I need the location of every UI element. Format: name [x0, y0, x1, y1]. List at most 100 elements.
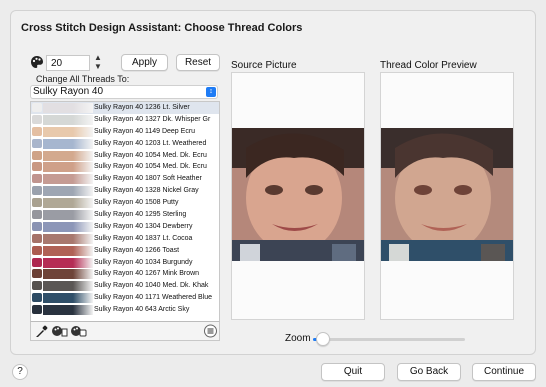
- thread-row[interactable]: Sulky Rayon 40 1040 Med. Dk. Khak: [31, 280, 219, 292]
- thread-checkbox[interactable]: [32, 221, 42, 231]
- reset-button[interactable]: Reset: [176, 54, 220, 71]
- window-title: Cross Stitch Design Assistant: Choose Th…: [21, 22, 303, 34]
- thread-checkbox[interactable]: [32, 257, 42, 267]
- zoom-slider-track[interactable]: [313, 338, 465, 341]
- thread-label: Sulky Rayon 40 1807 Soft Heather: [94, 175, 202, 183]
- thread-list[interactable]: Sulky Rayon 40 1236 Lt. Silver Sulky Rayo…: [30, 101, 220, 328]
- thread-swatch: [43, 103, 93, 113]
- thread-swatch: [43, 174, 93, 185]
- thread-label: Sulky Rayon 40 1203 Lt. Weathered: [94, 139, 207, 147]
- thread-label: Sulky Rayon 40 1837 Lt. Cocoa: [94, 234, 193, 242]
- zoom-slider-knob[interactable]: [316, 332, 331, 346]
- thread-row[interactable]: Sulky Rayon 40 1236 Lt. Silver: [31, 102, 219, 114]
- thread-swatch: [43, 221, 93, 232]
- thread-row[interactable]: Sulky Rayon 40 1508 Putty: [31, 197, 219, 209]
- thread-row[interactable]: Sulky Rayon 40 1327 Dk. Whisper Gr: [31, 114, 219, 126]
- thread-swatch: [43, 126, 93, 137]
- thread-count-input[interactable]: 20: [46, 55, 90, 71]
- continue-button[interactable]: Continue: [472, 363, 536, 381]
- zoom-label: Zoom: [285, 333, 311, 344]
- thread-swatch: [43, 269, 93, 280]
- thread-label: Sulky Rayon 40 1295 Sterling: [94, 211, 187, 219]
- thread-label: Sulky Rayon 40 1327 Dk. Whisper Gr: [94, 115, 211, 123]
- thread-label: Sulky Rayon 40 1328 Nickel Gray: [94, 187, 199, 195]
- change-all-label: Change All Threads To:: [36, 74, 130, 84]
- thread-row[interactable]: Sulky Rayon 40 1837 Lt. Cocoa: [31, 233, 219, 245]
- thread-label: Sulky Rayon 40 643 Arctic Sky: [94, 306, 190, 314]
- thread-checkbox[interactable]: [32, 150, 42, 160]
- thread-row[interactable]: Sulky Rayon 40 1171 Weathered Blue: [31, 292, 219, 304]
- thread-row[interactable]: Sulky Rayon 40 1304 Dewberry: [31, 221, 219, 233]
- thread-checkbox[interactable]: [32, 198, 42, 208]
- thread-swatch: [43, 305, 93, 316]
- thread-label: Sulky Rayon 40 1171 Weathered Blue: [94, 294, 213, 302]
- thread-swatch: [43, 162, 93, 173]
- eyedropper-icon[interactable]: [34, 324, 49, 338]
- preview-photo: [381, 128, 513, 261]
- thread-checkbox[interactable]: [32, 103, 42, 112]
- thread-swatch: [43, 257, 93, 268]
- quit-button[interactable]: Quit: [321, 363, 385, 381]
- thread-label: Sulky Rayon 40 1054 Med. Dk. Ecru: [94, 151, 207, 159]
- palette-icon: [31, 56, 43, 68]
- thread-checkbox[interactable]: [32, 138, 42, 148]
- thread-label: Sulky Rayon 40 1236 Lt. Silver: [94, 104, 190, 111]
- thread-brand-value: Sulky Rayon 40: [33, 86, 104, 97]
- thread-checkbox[interactable]: [32, 281, 42, 291]
- chevron-up-icon[interactable]: ▲: [92, 53, 104, 62]
- thread-row[interactable]: Sulky Rayon 40 1267 Mink Brown: [31, 268, 219, 280]
- palette-swap-icon[interactable]: [70, 324, 87, 338]
- chevron-down-icon[interactable]: ▼: [92, 62, 104, 71]
- thread-label: Sulky Rayon 40 1034 Burgundy: [94, 258, 193, 266]
- thread-row[interactable]: Sulky Rayon 40 1054 Med. Dk. Ecru: [31, 161, 219, 173]
- list-menu-icon[interactable]: [203, 324, 218, 338]
- thread-checkbox[interactable]: [32, 233, 42, 243]
- thread-preview-panel: [380, 72, 514, 320]
- thread-preview-label: Thread Color Preview: [380, 60, 477, 71]
- thread-brand-select[interactable]: Sulky Rayon 40 ↕: [30, 85, 218, 99]
- thread-label: Sulky Rayon 40 1149 Deep Ecru: [94, 127, 196, 135]
- thread-checkbox[interactable]: [32, 114, 42, 124]
- thread-label: Sulky Rayon 40 1040 Med. Dk. Khak: [94, 282, 209, 290]
- palette-add-icon[interactable]: [51, 324, 68, 338]
- thread-label: Sulky Rayon 40 1508 Putty: [94, 199, 179, 207]
- thread-row[interactable]: Sulky Rayon 40 1034 Burgundy: [31, 257, 219, 269]
- source-picture-panel: [231, 72, 365, 320]
- thread-label: Sulky Rayon 40 1267 Mink Brown: [94, 270, 200, 278]
- thread-row[interactable]: Sulky Rayon 40 1203 Lt. Weathered: [31, 138, 219, 150]
- thread-checkbox[interactable]: [32, 174, 42, 184]
- list-toolbar: [30, 321, 220, 341]
- chevron-updown-icon: ↕: [206, 87, 216, 97]
- thread-swatch: [43, 281, 93, 292]
- thread-checkbox[interactable]: [32, 245, 42, 255]
- thread-row[interactable]: Sulky Rayon 40 1266 Toast: [31, 245, 219, 257]
- thread-row[interactable]: Sulky Rayon 40 1328 Nickel Gray: [31, 185, 219, 197]
- thread-checkbox[interactable]: [32, 162, 42, 172]
- thread-row[interactable]: Sulky Rayon 40 1807 Soft Heather: [31, 173, 219, 185]
- thread-swatch: [43, 245, 93, 256]
- thread-row[interactable]: Sulky Rayon 40 643 Arctic Sky: [31, 304, 219, 316]
- thread-checkbox[interactable]: [32, 269, 42, 279]
- source-photo: [232, 128, 364, 261]
- thread-swatch: [43, 114, 93, 125]
- thread-swatch: [43, 293, 93, 304]
- source-picture-label: Source Picture: [231, 60, 297, 71]
- thread-label: Sulky Rayon 40 1266 Toast: [94, 246, 180, 254]
- thread-swatch: [43, 198, 93, 209]
- thread-label: Sulky Rayon 40 1054 Med. Dk. Ecru: [94, 163, 207, 171]
- help-button[interactable]: ?: [12, 364, 28, 380]
- apply-button[interactable]: Apply: [121, 54, 168, 71]
- thread-checkbox[interactable]: [32, 126, 42, 136]
- thread-checkbox[interactable]: [32, 210, 42, 220]
- thread-row[interactable]: Sulky Rayon 40 1295 Sterling: [31, 209, 219, 221]
- thread-swatch: [43, 150, 93, 161]
- thread-row[interactable]: Sulky Rayon 40 1054 Med. Dk. Ecru: [31, 150, 219, 162]
- thread-checkbox[interactable]: [32, 186, 42, 196]
- thread-checkbox[interactable]: [32, 293, 42, 303]
- thread-swatch: [43, 138, 93, 149]
- thread-label: Sulky Rayon 40 1304 Dewberry: [94, 222, 193, 230]
- go-back-button[interactable]: Go Back: [397, 363, 461, 381]
- thread-count-stepper[interactable]: ▲ ▼: [92, 53, 104, 72]
- thread-row[interactable]: Sulky Rayon 40 1149 Deep Ecru: [31, 126, 219, 138]
- thread-checkbox[interactable]: [32, 305, 42, 315]
